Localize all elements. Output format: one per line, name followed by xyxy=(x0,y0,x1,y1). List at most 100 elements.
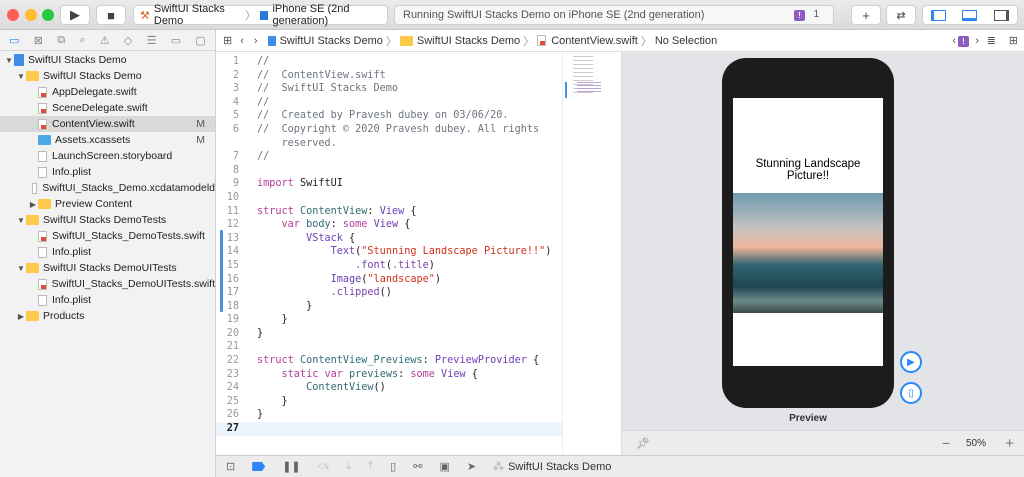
code-line[interactable]: 9 import SwiftUI xyxy=(216,177,562,191)
code-line[interactable]: 19 } xyxy=(216,313,562,327)
breakpoint-icon[interactable]: ▭ xyxy=(171,34,181,47)
breakpoints-toggle-icon[interactable] xyxy=(252,462,266,471)
disclosure-closed-icon[interactable]: ▶ xyxy=(28,200,38,209)
navigator-item[interactable]: AppDelegate.swift xyxy=(0,84,215,100)
navigator-item[interactable]: ContentView.swift M xyxy=(0,116,215,132)
code-line[interactable]: 26} xyxy=(216,408,562,422)
jump-file[interactable]: ContentView.swift xyxy=(551,35,638,47)
prev-issue-button[interactable]: ‹ xyxy=(952,35,956,47)
back-button[interactable]: ‹ xyxy=(240,35,244,47)
navigator-item[interactable]: ▼ SwiftUI Stacks DemoUITests xyxy=(0,260,215,276)
step-into-icon[interactable]: ⤓ xyxy=(346,460,351,473)
code-line[interactable]: 10 xyxy=(216,191,562,205)
disclosure-open-icon[interactable]: ▼ xyxy=(4,56,14,65)
navigator-item[interactable]: ▼ SwiftUI Stacks Demo xyxy=(0,52,215,68)
jump-group[interactable]: SwiftUI Stacks Demo xyxy=(417,35,520,47)
code-line[interactable]: 7 // xyxy=(216,150,562,164)
environment-overrides-icon[interactable]: ▣ xyxy=(439,460,449,473)
navigator-item[interactable]: ▶ Products xyxy=(0,308,215,324)
code-line[interactable]: 18 } xyxy=(216,300,562,314)
code-line[interactable]: 6 // Copyright © 2020 Pravesh dubey. All … xyxy=(216,123,562,137)
code-line[interactable]: 23 static var previews: some View { xyxy=(216,368,562,382)
debug-icon[interactable]: ☰ xyxy=(147,34,157,47)
toggle-navigator-icon[interactable] xyxy=(931,9,947,21)
scheme-selector[interactable]: ⚒ SwiftUI Stacks Demo 〉 iPhone SE (2nd g… xyxy=(133,3,388,27)
code-line[interactable]: reserved. xyxy=(216,137,562,151)
navigator-item[interactable]: SwiftUI_Stacks_Demo.xcdatamodeld xyxy=(0,180,215,196)
navigator-item[interactable]: ▼ SwiftUI Stacks Demo xyxy=(0,68,215,84)
zoom-out-button[interactable]: − xyxy=(942,435,950,451)
disclosure-open-icon[interactable]: ▼ xyxy=(16,72,26,81)
code-line[interactable]: 20} xyxy=(216,327,562,341)
forward-button[interactable]: › xyxy=(254,35,258,47)
code-line[interactable]: 3 // SwiftUI Stacks Demo xyxy=(216,82,562,96)
related-items-icon[interactable]: ⊞ xyxy=(223,34,232,47)
code-line[interactable]: 5 // Created by Pravesh dubey on 03/06/20… xyxy=(216,109,562,123)
navigator-item[interactable]: Info.plist xyxy=(0,292,215,308)
pause-icon[interactable]: ❚❚ xyxy=(282,460,300,473)
source-control-icon[interactable]: ⊠ xyxy=(34,34,43,47)
code-line[interactable]: 16 Image("landscape") xyxy=(216,273,562,287)
navigator-item[interactable]: Info.plist xyxy=(0,244,215,260)
code-line[interactable]: 25 } xyxy=(216,395,562,409)
stop-button[interactable]: ■ xyxy=(96,5,126,25)
navigator-item[interactable]: LaunchScreen.storyboard xyxy=(0,148,215,164)
run-button[interactable]: ▶ xyxy=(60,5,90,25)
location-icon[interactable]: ➤ xyxy=(467,460,476,473)
close-window-button[interactable] xyxy=(7,9,19,21)
issue-icon[interactable]: ! xyxy=(958,36,969,47)
navigator-item[interactable]: SwiftUI_Stacks_DemoUITests.swift xyxy=(0,276,215,292)
navigator-item[interactable]: Info.plist xyxy=(0,164,215,180)
view-hierarchy-icon[interactable]: ▯ xyxy=(390,460,396,473)
code-line[interactable]: 11 struct ContentView: View { xyxy=(216,205,562,219)
code-line[interactable]: 22 struct ContentView_Previews: PreviewPr… xyxy=(216,354,562,368)
disclosure-open-icon[interactable]: ▼ xyxy=(16,264,26,273)
navigator-item[interactable]: ▼ SwiftUI Stacks DemoTests xyxy=(0,212,215,228)
test-icon[interactable]: ◇ xyxy=(124,34,132,47)
toggle-inspector-icon[interactable] xyxy=(993,9,1009,21)
preview-on-device-button[interactable]: ▯ xyxy=(900,382,922,404)
memory-graph-icon[interactable]: ⚯ xyxy=(413,460,422,473)
source-editor[interactable]: 1 // 2 // ContentView.swift 3 // SwiftUI Stac… xyxy=(216,52,562,455)
library-button[interactable]: + xyxy=(851,5,881,25)
pin-icon[interactable]: 📌︎ xyxy=(636,437,650,450)
disclosure-closed-icon[interactable]: ▶ xyxy=(16,312,26,321)
preview-screen[interactable]: Stunning Landscape Picture!! xyxy=(733,98,883,366)
code-line[interactable]: 27 xyxy=(216,422,562,436)
code-line[interactable]: 24 ContentView() xyxy=(216,381,562,395)
report-icon[interactable]: ▢ xyxy=(195,34,205,47)
code-line[interactable]: 1 // xyxy=(216,55,562,69)
navigator-item[interactable]: Assets.xcassets M xyxy=(0,132,215,148)
code-line[interactable]: 14 Text("Stunning Landscape Picture!!") xyxy=(216,245,562,259)
minimize-window-button[interactable] xyxy=(25,9,37,21)
code-line[interactable]: 8 xyxy=(216,164,562,178)
search-icon[interactable]: ⌕ xyxy=(79,34,85,47)
disclosure-open-icon[interactable]: ▼ xyxy=(16,216,26,225)
code-line[interactable]: 12 var body: some View { xyxy=(216,218,562,232)
code-line[interactable]: 2 // ContentView.swift xyxy=(216,69,562,83)
issue-icon[interactable]: ! xyxy=(794,10,805,21)
navigator-item[interactable]: ▶ Preview Content xyxy=(0,196,215,212)
warning-icon[interactable]: ⚠ xyxy=(100,34,110,47)
code-line[interactable]: 4 // xyxy=(216,96,562,110)
add-editor-icon[interactable]: ⊞ xyxy=(1009,34,1018,47)
issue-count[interactable]: 1 xyxy=(813,9,819,20)
jump-symbol[interactable]: No Selection xyxy=(655,35,717,47)
live-preview-button[interactable]: ▶ xyxy=(900,351,922,373)
jump-project[interactable]: SwiftUI Stacks Demo xyxy=(280,35,383,47)
navigator-item[interactable]: SwiftUI_Stacks_DemoTests.swift xyxy=(0,228,215,244)
step-over-icon[interactable]: ⤼ xyxy=(318,460,330,473)
code-review-button[interactable]: ⇄ xyxy=(886,5,916,25)
toggle-debug-area-icon[interactable] xyxy=(962,9,978,21)
code-line[interactable]: 21 xyxy=(216,340,562,354)
editor-options-icon[interactable]: ≣ xyxy=(987,34,996,47)
next-issue-button[interactable]: › xyxy=(975,35,979,47)
code-line[interactable]: 13 VStack { xyxy=(216,232,562,246)
zoom-in-button[interactable]: + xyxy=(1005,435,1014,452)
hide-debug-area-icon[interactable]: ⊡ xyxy=(226,460,235,473)
folder-icon[interactable]: ▭ xyxy=(9,34,19,47)
step-out-icon[interactable]: ⤒ xyxy=(368,460,373,473)
zoom-window-button[interactable] xyxy=(42,9,54,21)
symbol-icon[interactable]: ⧉ xyxy=(57,34,65,47)
navigator-item[interactable]: SceneDelegate.swift xyxy=(0,100,215,116)
